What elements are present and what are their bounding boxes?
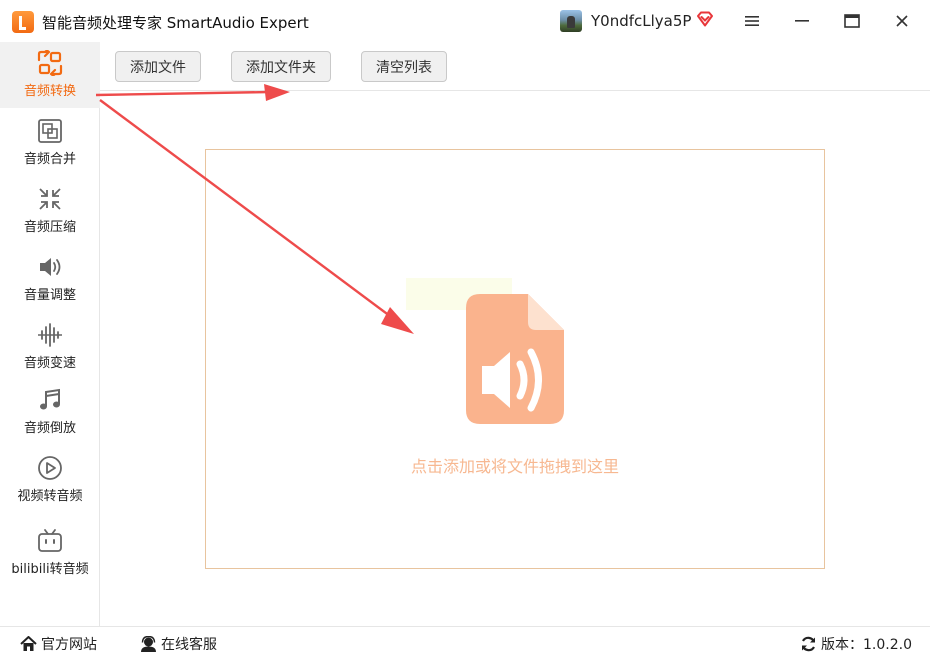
compress-icon xyxy=(39,188,61,210)
sidebar-item-label: bilibili转音频 xyxy=(11,562,89,577)
add-folder-button[interactable]: 添加文件夹 xyxy=(231,51,331,82)
add-file-button[interactable]: 添加文件 xyxy=(115,51,201,82)
online-support-link[interactable]: 在线客服 xyxy=(140,635,217,653)
vip-diamond-icon[interactable] xyxy=(696,11,714,27)
speed-icon xyxy=(38,323,62,347)
file-drop-zone[interactable]: 点击添加或将文件拖拽到这里 xyxy=(205,149,825,569)
hamburger-menu-icon xyxy=(745,16,759,26)
menu-button[interactable] xyxy=(738,8,766,34)
sidebar-item-label: 音量调整 xyxy=(23,288,76,303)
sidebar-item-label: 音频合并 xyxy=(23,152,76,167)
close-icon xyxy=(896,15,908,27)
sidebar-item-reverse[interactable]: 音频倒放 xyxy=(0,387,100,439)
sidebar-item-speed[interactable]: 音频变速 xyxy=(0,322,100,374)
title-bar: 智能音频处理专家 SmartAudio Expert Y0ndfcLlya5P xyxy=(0,0,930,42)
clear-list-button[interactable]: 清空列表 xyxy=(361,51,447,82)
sidebar-item-convert[interactable]: 音频转换 xyxy=(0,42,100,108)
audio-file-icon xyxy=(466,294,564,424)
maximize-icon xyxy=(844,14,860,28)
refresh-icon xyxy=(801,636,816,652)
sidebar-item-bilibili[interactable]: bilibili转音频 xyxy=(0,528,100,580)
volume-icon xyxy=(40,258,61,276)
app-title: 智能音频处理专家 SmartAudio Expert xyxy=(42,14,309,32)
bilibili-icon xyxy=(38,529,62,552)
drop-hint-text: 点击添加或将文件拖拽到这里 xyxy=(410,457,619,476)
maximize-button[interactable] xyxy=(838,8,866,34)
version-label: 版本：1.0.2.0 xyxy=(821,637,912,653)
video-to-audio-icon xyxy=(38,456,62,480)
app-window: 智能音频处理专家 SmartAudio Expert Y0ndfcLlya5P xyxy=(0,0,930,660)
sidebar-item-label: 音频转换 xyxy=(23,84,76,99)
official-website-label: 官方网站 xyxy=(41,637,97,653)
home-icon xyxy=(20,636,37,651)
sidebar: 音频转换 音频合并 音频压缩 音量调整 音频变速 音频倒放 视频转音频 bili… xyxy=(0,42,100,626)
sidebar-item-video-to-audio[interactable]: 视频转音频 xyxy=(0,455,100,507)
sidebar-item-label: 音频压缩 xyxy=(23,220,76,235)
app-logo-icon xyxy=(12,11,34,33)
minimize-button[interactable] xyxy=(788,8,816,34)
customer-service-icon xyxy=(141,636,156,652)
sidebar-item-compress[interactable]: 音频压缩 xyxy=(0,186,100,238)
user-avatar[interactable] xyxy=(560,10,582,32)
reverse-icon xyxy=(40,388,60,410)
official-website-link[interactable]: 官方网站 xyxy=(20,635,97,653)
toolbar: 添加文件 添加文件夹 清空列表 xyxy=(100,42,930,91)
username[interactable]: Y0ndfcLlya5P xyxy=(591,12,691,30)
sidebar-item-label: 视频转音频 xyxy=(17,489,83,504)
sidebar-item-label: 音频倒放 xyxy=(23,421,76,436)
sidebar-item-merge[interactable]: 音频合并 xyxy=(0,118,100,170)
close-button[interactable] xyxy=(888,8,916,34)
sidebar-item-label: 音频变速 xyxy=(23,356,76,371)
minimize-icon xyxy=(795,20,809,22)
version-check[interactable]: 版本：1.0.2.0 xyxy=(800,635,912,653)
sidebar-item-volume[interactable]: 音量调整 xyxy=(0,254,100,306)
merge-icon xyxy=(38,119,62,143)
status-bar: 官方网站 在线客服 版本：1.0.2.0 xyxy=(0,626,930,660)
convert-icon xyxy=(37,50,63,76)
online-support-label: 在线客服 xyxy=(161,637,217,653)
